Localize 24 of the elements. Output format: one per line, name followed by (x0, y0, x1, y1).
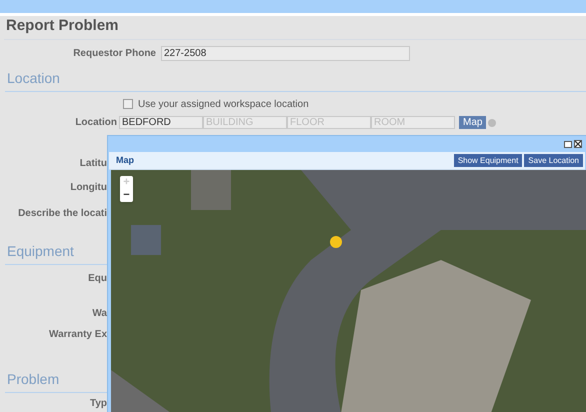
toolbar-button[interactable]: Save Location (524, 154, 583, 167)
page-title: Report Problem (5, 16, 120, 36)
location-input[interactable]: BEDFORD (119, 116, 203, 129)
field-label: Warranty Ex (48, 328, 107, 341)
section-heading: Location (6, 69, 61, 87)
panel-title: Map (116, 154, 134, 167)
field-label: Equ (87, 272, 107, 285)
field-label: Latitu (78, 157, 107, 170)
restore-icon[interactable] (564, 140, 572, 148)
section-heading: Problem (6, 370, 60, 388)
field-label: Requestor Phone (72, 46, 157, 60)
field-label: Describe the locati (17, 207, 107, 220)
section-heading: Equipment (6, 242, 75, 260)
zoom-button[interactable]: − (120, 189, 133, 202)
checkbox-label: Use your assigned workspace location (138, 98, 309, 112)
close-icon[interactable] (574, 140, 582, 148)
phone-input[interactable]: 227-2508 (161, 46, 410, 60)
field-label: Wa (91, 307, 107, 320)
field-label: Longitu (69, 181, 107, 194)
map-button[interactable]: Map (459, 116, 486, 129)
toolbar-button[interactable]: Show Equipment (454, 154, 522, 167)
field-label: Typ (88, 397, 107, 410)
checkbox[interactable] (123, 99, 133, 109)
field-label: Location (74, 116, 118, 130)
